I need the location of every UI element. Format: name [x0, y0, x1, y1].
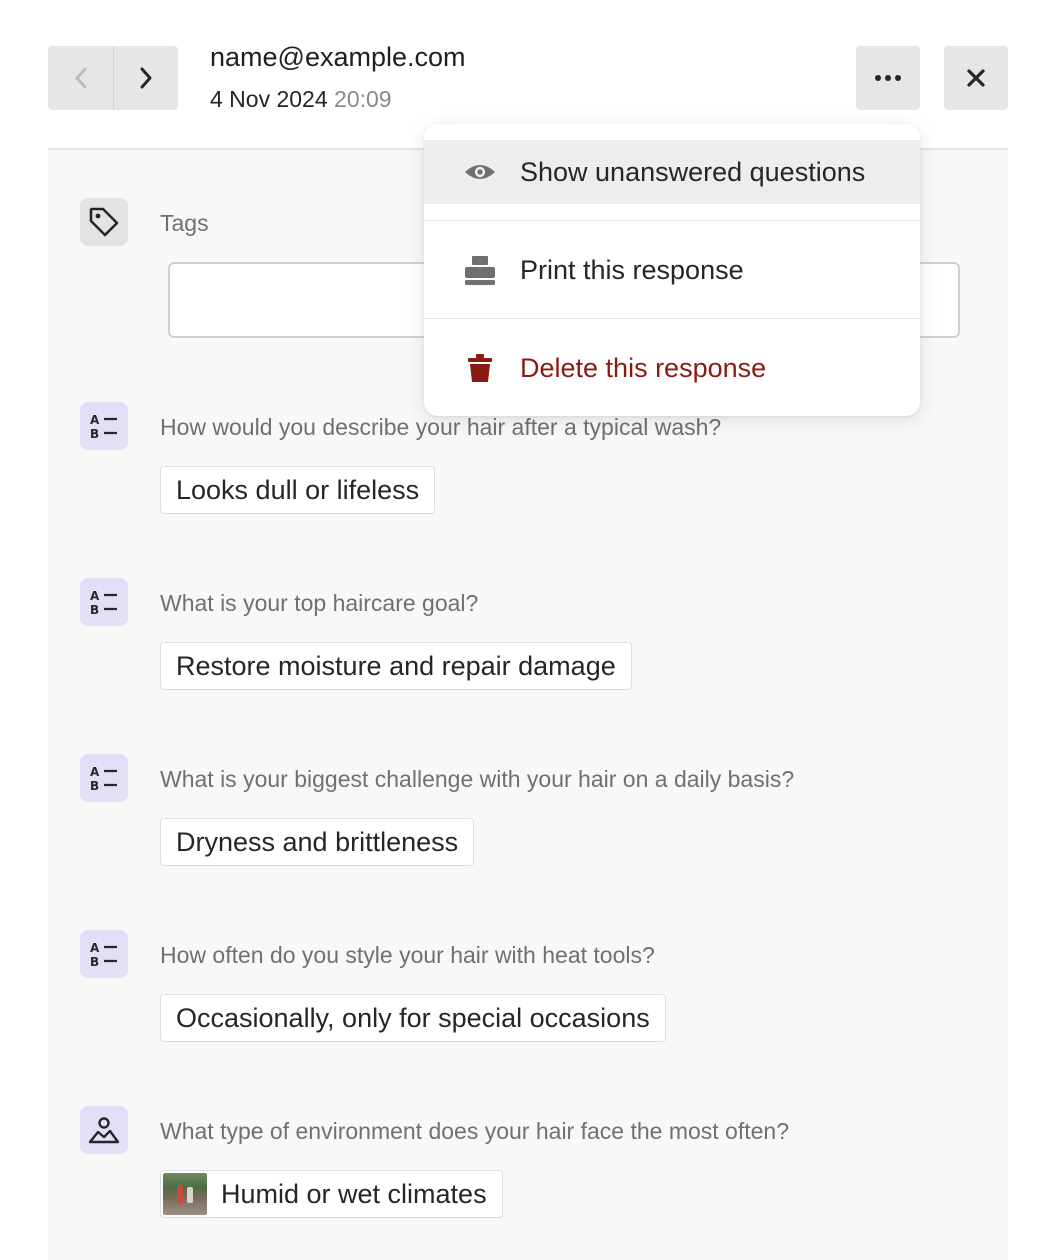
previous-response-button[interactable]: [48, 46, 113, 110]
close-button[interactable]: [944, 46, 1008, 110]
multiple-choice-icon: A B: [80, 930, 128, 978]
eye-icon: [462, 154, 498, 190]
question-text: What is your biggest challenge with your…: [160, 766, 795, 792]
question-text: What is your top haircare goal?: [160, 590, 479, 616]
svg-text:B: B: [90, 779, 99, 793]
answer-chip: Restore moisture and repair damage: [160, 642, 632, 690]
menu-item-show-unanswered[interactable]: Show unanswered questions: [424, 140, 920, 204]
question-text: How would you describe your hair after a…: [160, 414, 722, 440]
trash-icon: [462, 350, 498, 386]
more-options-button[interactable]: [856, 46, 920, 110]
svg-text:A: A: [90, 413, 100, 427]
svg-text:B: B: [90, 955, 99, 969]
svg-text:A: A: [90, 765, 100, 779]
answer-thumbnail-image: [163, 1173, 207, 1215]
tags-icon-box: [80, 198, 128, 246]
menu-divider: [424, 220, 920, 221]
response-navigation: [48, 46, 178, 110]
chevron-right-icon: [140, 67, 152, 89]
ellipsis-icon: [875, 75, 901, 81]
answer-label: Humid or wet climates: [221, 1178, 487, 1209]
question-text: What type of environment does your hair …: [160, 1118, 790, 1144]
next-response-button[interactable]: [113, 46, 178, 110]
menu-item-label: Delete this response: [520, 352, 767, 383]
answer-chip: Dryness and brittleness: [160, 818, 475, 866]
svg-text:B: B: [90, 427, 99, 441]
respondent-email: name@example.com: [210, 42, 466, 72]
svg-text:A: A: [90, 941, 100, 955]
menu-item-print[interactable]: Print this response: [424, 238, 920, 302]
picture-choice-icon: [80, 1106, 128, 1154]
menu-item-label: Print this response: [520, 254, 744, 285]
answer-chip: Occasionally, only for special occasions: [160, 994, 666, 1042]
response-datetime: 4 Nov 2024 20:09: [210, 86, 392, 113]
svg-text:B: B: [90, 603, 99, 617]
printer-icon: [462, 252, 498, 288]
answer-chip: Humid or wet climates: [160, 1170, 503, 1218]
multiple-choice-icon: A B: [80, 578, 128, 626]
more-options-menu: Show unanswered questions Print this res…: [424, 124, 920, 416]
response-time: 20:09: [334, 86, 392, 112]
question-text: How often do you style your hair with he…: [160, 942, 655, 968]
answer-chip: Looks dull or lifeless: [160, 466, 436, 514]
chevron-left-icon: [75, 67, 86, 89]
menu-divider: [424, 318, 920, 319]
menu-item-label: Show unanswered questions: [520, 156, 866, 187]
response-date: 4 Nov 2024: [210, 86, 328, 112]
multiple-choice-icon: A B: [80, 402, 128, 450]
tag-icon: [89, 207, 119, 237]
tags-label: Tags: [160, 210, 209, 236]
close-icon: [967, 69, 985, 87]
multiple-choice-icon: A B: [80, 754, 128, 802]
menu-item-delete[interactable]: Delete this response: [424, 336, 920, 400]
svg-text:A: A: [90, 589, 100, 603]
